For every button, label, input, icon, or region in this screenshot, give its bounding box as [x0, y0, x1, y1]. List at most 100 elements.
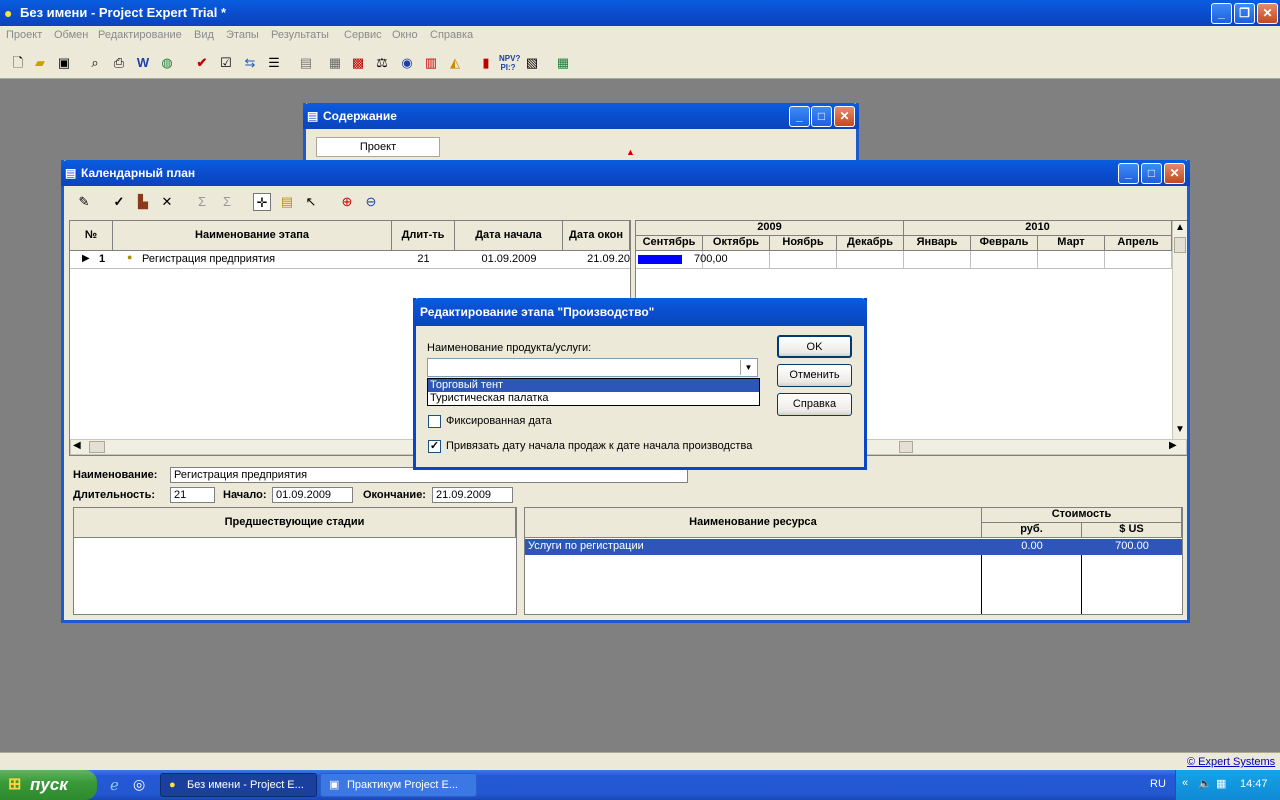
- cashflow-icon[interactable]: ▩: [349, 54, 367, 72]
- help-button[interactable]: Справка: [777, 393, 852, 416]
- contents-window-icon: ▤: [307, 109, 319, 123]
- contents-title-bar: ▤ Содержание _ □ ✕: [303, 103, 859, 129]
- scroll-down-icon[interactable]: ▼: [1175, 424, 1185, 435]
- maximize-button[interactable]: ❐: [1234, 3, 1255, 24]
- analysis-icon[interactable]: ▧: [523, 54, 541, 72]
- pointer-icon[interactable]: ↖: [302, 193, 320, 211]
- group-icon[interactable]: ▤: [278, 193, 296, 211]
- network-icon[interactable]: ⇆: [241, 54, 259, 72]
- network-icon[interactable]: ▦: [1216, 777, 1226, 790]
- print-preview-icon[interactable]: ⌕: [86, 54, 104, 72]
- menu-item-results[interactable]: Результаты: [271, 29, 329, 41]
- close-button[interactable]: ✕: [1257, 3, 1278, 24]
- browser-icon[interactable]: ◎: [133, 776, 145, 793]
- bar-chart-icon[interactable]: ▮: [477, 54, 495, 72]
- menu-item-edit[interactable]: Редактирование: [98, 29, 182, 41]
- contents-maximize-button[interactable]: □: [811, 106, 832, 127]
- sum-left-icon[interactable]: Σ: [193, 193, 211, 211]
- factory-icon[interactable]: ▙: [134, 193, 152, 211]
- col-duration[interactable]: Длит-ть: [392, 221, 455, 251]
- rub-header: руб.: [982, 523, 1082, 538]
- chevron-down-icon[interactable]: ▼: [740, 360, 756, 375]
- v-scroll-thumb[interactable]: [1174, 237, 1186, 253]
- scroll-left-icon[interactable]: ◀: [73, 440, 81, 451]
- task-project-expert[interactable]: ● Без имени - Project E...: [160, 773, 317, 797]
- scroll-thumb[interactable]: [89, 441, 105, 453]
- open-folder-icon[interactable]: ▰: [31, 54, 49, 72]
- scroll-up-icon[interactable]: ▲: [1175, 222, 1185, 233]
- ok-button[interactable]: OK: [777, 335, 852, 358]
- calculator-icon[interactable]: ▦: [554, 54, 572, 72]
- end-field[interactable]: 21.09.2009: [432, 487, 513, 503]
- balance-icon[interactable]: ⚖: [373, 54, 391, 72]
- menu-item-window[interactable]: Окно: [392, 29, 418, 41]
- expert-systems-link[interactable]: © Expert Systems: [1187, 756, 1275, 768]
- word-icon[interactable]: W: [134, 54, 152, 72]
- contents-minimize-button[interactable]: _: [789, 106, 810, 127]
- edit-notes-icon[interactable]: ✎: [75, 193, 93, 211]
- chart-pen-icon[interactable]: ▥: [422, 54, 440, 72]
- menu-item-exchange[interactable]: Обмен: [54, 29, 88, 41]
- delete-icon[interactable]: ✕: [158, 193, 176, 211]
- start-field[interactable]: 01.09.2009: [272, 487, 353, 503]
- table-icon[interactable]: ▦: [326, 54, 344, 72]
- new-file-icon[interactable]: 🗋: [9, 54, 27, 72]
- ie-icon[interactable]: ℯ: [110, 776, 119, 794]
- gantt-scroll-thumb[interactable]: [899, 441, 913, 453]
- report-icon[interactable]: ◉: [398, 54, 416, 72]
- save-icon[interactable]: ▣: [55, 54, 73, 72]
- col-divider: [1081, 555, 1082, 614]
- product-label: Наименование продукта/услуги:: [427, 342, 592, 354]
- fixed-date-checkbox[interactable]: [428, 415, 441, 428]
- calendar-maximize-button[interactable]: □: [1141, 163, 1162, 184]
- task-practicum[interactable]: ▣ Практикум Project E...: [320, 773, 477, 797]
- col-name[interactable]: Наименование этапа: [113, 221, 392, 251]
- menu-item-help[interactable]: Справка: [430, 29, 473, 41]
- list-item[interactable]: Туристическая палатка: [428, 392, 759, 405]
- row-duration: 21: [417, 253, 430, 265]
- globe-icon[interactable]: ◍: [158, 54, 176, 72]
- gantt-month: Март: [1038, 236, 1105, 251]
- list-icon[interactable]: ☰: [265, 54, 283, 72]
- gantt-bar[interactable]: [638, 255, 682, 264]
- notes-icon[interactable]: ▤: [297, 54, 315, 72]
- resource-row[interactable]: Услуги по регистрации 0.00 700.00: [525, 539, 1182, 555]
- print-icon[interactable]: ⎙: [110, 54, 128, 72]
- chart-icon[interactable]: ◭: [446, 54, 464, 72]
- sum-right-icon[interactable]: Σ: [218, 193, 236, 211]
- row-end: 21.09.20: [587, 253, 630, 265]
- duration-field[interactable]: 21: [170, 487, 215, 503]
- zoom-out-icon[interactable]: ⊖: [362, 193, 380, 211]
- menu-item-service[interactable]: Сервис: [344, 29, 382, 41]
- gantt-year-2010: 2010: [904, 221, 1172, 236]
- npv-pi-icon[interactable]: NPV? PI:?: [499, 54, 520, 72]
- check-icon[interactable]: ✔: [193, 54, 211, 72]
- gantt-v-scrollbar[interactable]: ▲ ▼: [1172, 221, 1187, 439]
- contents-tab-project[interactable]: Проект: [316, 137, 440, 157]
- col-end[interactable]: Дата окон: [563, 221, 630, 251]
- zoom-in-icon[interactable]: ⊕: [338, 193, 356, 211]
- bind-date-checkbox[interactable]: ✓: [428, 440, 441, 453]
- add-stage-icon[interactable]: ✛: [253, 193, 271, 211]
- checklist-icon[interactable]: ☑: [217, 54, 235, 72]
- table-row[interactable]: ▶ 1 ● Регистрация предприятия 21 01.09.2…: [70, 251, 630, 269]
- language-indicator[interactable]: RU: [1150, 778, 1166, 790]
- menu-item-view[interactable]: Вид: [194, 29, 214, 41]
- menu-item-stages[interactable]: Этапы: [226, 29, 259, 41]
- scroll-right-icon[interactable]: ▶: [1169, 440, 1177, 451]
- tray-arrow-icon[interactable]: «: [1182, 777, 1188, 789]
- col-start[interactable]: Дата начала: [455, 221, 563, 251]
- calendar-minimize-button[interactable]: _: [1118, 163, 1139, 184]
- contents-close-button[interactable]: ✕: [834, 106, 855, 127]
- apply-check-icon[interactable]: ✓: [110, 193, 128, 211]
- minimize-button[interactable]: _: [1211, 3, 1232, 24]
- calendar-window-icon: ▤: [65, 166, 77, 180]
- menu-item-project[interactable]: Проект: [6, 29, 42, 41]
- start-button[interactable]: ⊞ пуск: [0, 770, 97, 800]
- volume-icon[interactable]: 🔈: [1198, 777, 1212, 790]
- cancel-button[interactable]: Отменить: [777, 364, 852, 387]
- product-select[interactable]: ▼: [427, 358, 758, 377]
- list-item[interactable]: Торговый тент: [428, 379, 759, 392]
- col-num[interactable]: №: [70, 221, 113, 251]
- calendar-close-button[interactable]: ✕: [1164, 163, 1185, 184]
